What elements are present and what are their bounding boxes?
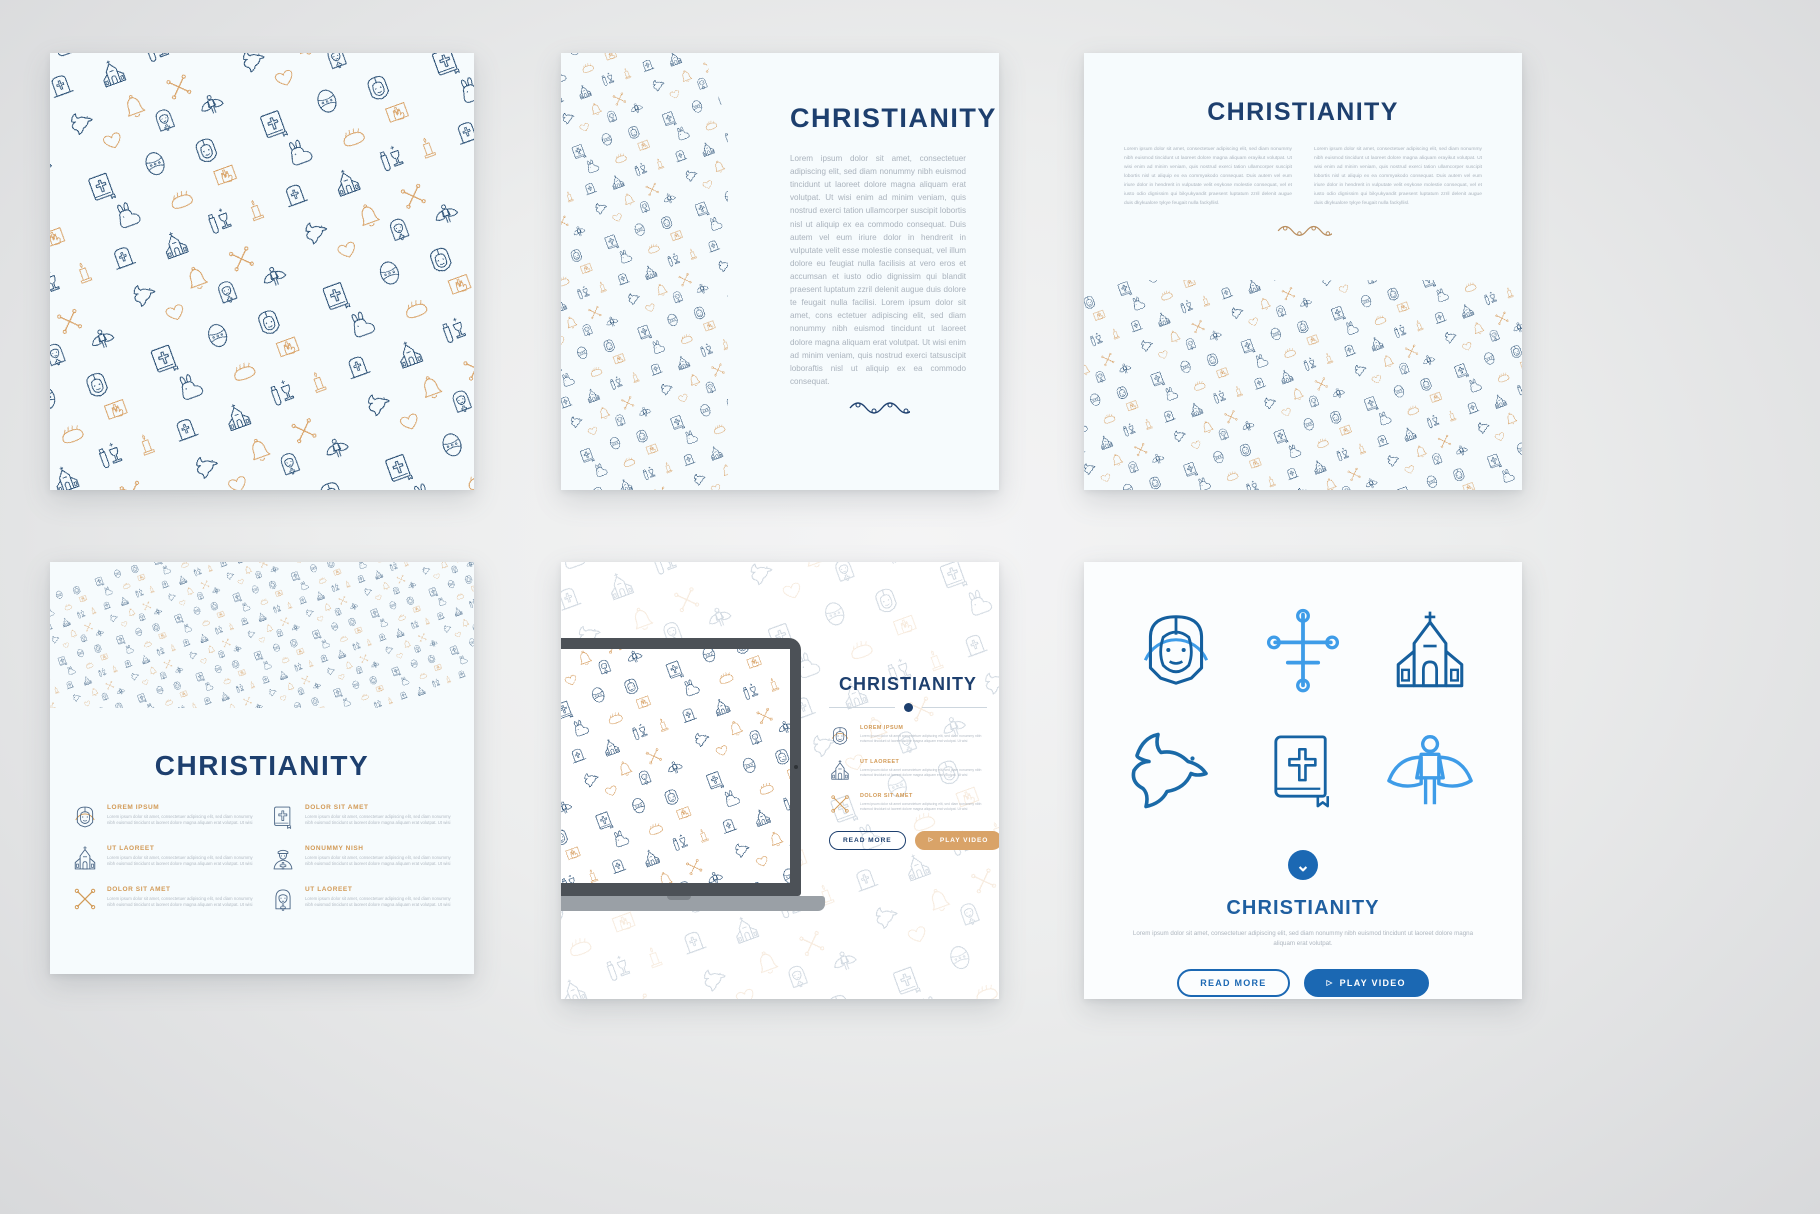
- play-video-label: PLAY VIDEO: [1339, 977, 1406, 988]
- feature-item[interactable]: UT LAOREET Lorem ipsum dolor sit amet co…: [829, 759, 987, 781]
- feature-text: Lorem ipsum dolor sit amet consectetuer …: [860, 802, 982, 811]
- body-paragraph: Lorem ipsum dolor sit amet, consectetuer…: [1132, 930, 1474, 947]
- body-column-right: Lorem ipsum dolor sit amet, consectetuer…: [1314, 147, 1482, 207]
- laptop-base: [561, 896, 825, 911]
- big-icon-grid: [1112, 590, 1494, 828]
- dove-icon[interactable]: [1128, 721, 1224, 817]
- feature-heading: UT LAOREET: [305, 886, 353, 893]
- card-laptop-mockup: CHRISTIANITY LOREM IPSUM Lorem ipsum dol…: [561, 562, 999, 999]
- feature-text: Lorem ipsum dolor sit amet consectetuer …: [860, 734, 982, 743]
- feature-heading: LOREM IPSUM: [860, 725, 904, 731]
- feature-item[interactable]: DOLOR SIT AMET Lorem ipsum dolor sit ame…: [829, 793, 987, 815]
- feature-item[interactable]: UT LAOREET Lorem ipsum dolor sit amet, c…: [270, 886, 452, 912]
- church-icon: [831, 759, 849, 780]
- feature-text: Lorem ipsum dolor sit amet, consectetuer…: [107, 896, 253, 908]
- card-feature-grid: CHRISTIANITY LOREM IPSUM Lorem ipsum dol…: [50, 562, 474, 974]
- card-full-pattern: [50, 53, 474, 490]
- jesus-icon[interactable]: [1130, 604, 1222, 696]
- jesus-icon: [831, 727, 849, 745]
- feature-heading: DOLOR SIT AMET: [860, 793, 913, 799]
- feature-heading: DOLOR SIT AMET: [107, 886, 171, 893]
- laptop-lid: [561, 638, 801, 896]
- feature-text: Lorem ipsum dolor sit amet, consectetuer…: [305, 855, 451, 867]
- body-column-left: Lorem ipsum dolor sit amet, consectetuer…: [1124, 147, 1292, 207]
- icon-pattern-background: [50, 53, 474, 490]
- feature-item[interactable]: DOLOR SIT AMET Lorem ipsum dolor sit ame…: [270, 804, 452, 830]
- dot-divider: [829, 703, 987, 712]
- feature-heading: NONUMMY NISH: [305, 845, 364, 852]
- laptop-mockup: [561, 638, 829, 928]
- feature-heading: UT LAOREET: [860, 759, 900, 765]
- play-video-label: PLAY VIDEO: [939, 837, 989, 844]
- church-icon[interactable]: [1385, 605, 1475, 695]
- divider-dot: [903, 703, 913, 712]
- feature-item[interactable]: NONUMMY NISH Lorem ipsum dolor sit amet,…: [270, 845, 452, 871]
- card-icon-showcase: ⌄ CHRISTIANITY Lorem ipsum dolor sit ame…: [1084, 562, 1522, 999]
- feature-text: Lorem ipsum dolor sit amet, consectetuer…: [305, 814, 451, 826]
- priest-icon: [273, 849, 293, 870]
- card-side-pattern-text: CHRISTIANITY Lorem ipsum dolor sit amet,…: [561, 53, 999, 490]
- ornament-divider: [1277, 226, 1332, 237]
- cross-icon: [74, 888, 96, 910]
- read-more-button[interactable]: READ MORE: [829, 831, 906, 850]
- feature-heading: UT LAOREET: [107, 845, 155, 852]
- page-title: CHRISTIANITY: [154, 750, 370, 781]
- pattern-strip-left: [561, 53, 728, 490]
- template-showcase-stage: CHRISTIANITY Lorem ipsum dolor sit amet,…: [0, 0, 1820, 1214]
- play-video-button[interactable]: ▷ PLAY VIDEO: [1303, 968, 1429, 997]
- page-title: CHRISTIANITY: [790, 103, 997, 133]
- feature-heading: DOLOR SIT AMET: [305, 804, 369, 811]
- ornament-divider: [849, 402, 910, 414]
- bible-icon: [274, 806, 292, 829]
- feature-heading: LOREM IPSUM: [107, 804, 160, 811]
- scroll-down-button[interactable]: ⌄: [1288, 850, 1318, 880]
- pattern-strip-bottom: [1084, 280, 1522, 490]
- feature-item[interactable]: DOLOR SIT AMET Lorem ipsum dolor sit ame…: [72, 886, 254, 912]
- page-title: CHRISTIANITY: [839, 674, 977, 694]
- body-paragraph: Lorem ipsum dolor sit amet, consectetuer…: [790, 154, 966, 386]
- feature-text: Lorem ipsum dolor sit amet, consectetuer…: [107, 814, 253, 826]
- feature-text: Lorem ipsum dolor sit amet consectetuer …: [860, 768, 982, 777]
- play-video-button[interactable]: ▷ PLAY VIDEO: [914, 831, 999, 850]
- cross-icon: [831, 795, 849, 813]
- card-two-column-bottom-pattern: CHRISTIANITY Lorem ipsum dolor sit amet,…: [1084, 53, 1522, 490]
- feature-item[interactable]: UT LAOREET Lorem ipsum dolor sit amet, c…: [72, 845, 254, 871]
- jesus-icon: [75, 806, 95, 828]
- chevron-down-icon: ⌄: [1295, 855, 1311, 875]
- page-title: CHRISTIANITY: [1226, 897, 1380, 919]
- webcam-icon: [794, 765, 798, 769]
- page-title: CHRISTIANITY: [1207, 98, 1399, 126]
- feature-item[interactable]: LOREM IPSUM Lorem ipsum dolor sit amet, …: [72, 804, 254, 830]
- read-more-button[interactable]: READ MORE: [1177, 968, 1290, 997]
- church-icon: [74, 845, 96, 870]
- feature-text: Lorem ipsum dolor sit amet, consectetuer…: [305, 896, 451, 908]
- laptop-screen: [561, 649, 790, 883]
- angel-icon[interactable]: [1383, 722, 1477, 816]
- feature-text: Lorem ipsum dolor sit amet, consectetuer…: [107, 855, 253, 867]
- pattern-strip-top: [50, 562, 474, 708]
- nun-icon: [275, 889, 291, 911]
- play-icon: ▷: [928, 836, 934, 843]
- bible-icon[interactable]: [1261, 727, 1345, 811]
- feature-item[interactable]: LOREM IPSUM Lorem ipsum dolor sit amet c…: [829, 725, 987, 747]
- feature-grid: LOREM IPSUM Lorem ipsum dolor sit amet, …: [72, 804, 452, 912]
- play-icon: ▷: [1326, 978, 1334, 988]
- orthodox-cross-icon[interactable]: [1260, 607, 1346, 693]
